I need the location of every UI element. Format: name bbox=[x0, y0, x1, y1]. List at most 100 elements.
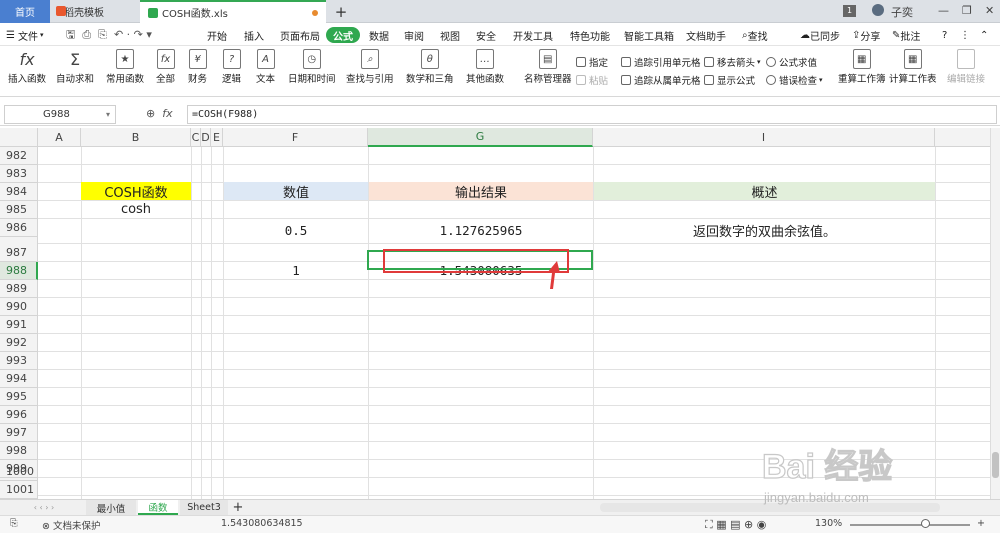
tab-document[interactable]: COSH函数.xls bbox=[140, 0, 326, 23]
row-header[interactable]: 983 bbox=[0, 165, 38, 183]
row-header[interactable]: 989 bbox=[0, 280, 38, 298]
cell-f986[interactable]: 0.5 bbox=[224, 218, 368, 243]
trace-dependents-button[interactable]: 追踪从属单元格 bbox=[621, 73, 701, 87]
vertical-scrollbar[interactable] bbox=[990, 128, 1000, 499]
share-button[interactable]: ⇪ 分享 bbox=[852, 24, 880, 46]
row-header[interactable]: 996 bbox=[0, 406, 38, 424]
cell-i984[interactable]: 概述 bbox=[594, 182, 935, 201]
show-formulas-button[interactable]: 显示公式 bbox=[704, 73, 755, 87]
menu-file[interactable]: ☰ 文件 ▾ bbox=[6, 24, 43, 46]
comment-button[interactable]: ✎ 批注 bbox=[892, 24, 920, 46]
row-header[interactable]: 992 bbox=[0, 334, 38, 352]
menu-insert[interactable]: 插入 bbox=[244, 24, 264, 46]
row-header[interactable]: 993 bbox=[0, 352, 38, 370]
paste-name-button[interactable]: 粘贴 bbox=[576, 73, 608, 87]
zoom-in-button[interactable]: + bbox=[977, 518, 985, 529]
select-all-corner[interactable] bbox=[0, 128, 38, 147]
cell-f988[interactable]: 1 bbox=[224, 261, 368, 279]
more-icon[interactable]: ⋮ bbox=[960, 24, 970, 46]
help-icon[interactable]: ? bbox=[942, 24, 947, 46]
datetime-button[interactable]: ◷ 日期和时间 bbox=[288, 49, 336, 85]
column-header-c[interactable]: C bbox=[191, 128, 201, 147]
restore-icon[interactable]: ❐ bbox=[962, 4, 972, 17]
cell-g986[interactable]: 1.127625965 bbox=[369, 218, 593, 243]
cell-b984[interactable]: COSH函数 bbox=[81, 182, 191, 201]
lookup-button[interactable]: ⌕ 查找与引用 bbox=[346, 49, 394, 85]
all-functions-button[interactable]: fx 全部 bbox=[156, 49, 175, 85]
menu-view[interactable]: 视图 bbox=[440, 24, 460, 46]
recalc-workbook-button[interactable]: ▦ 重算工作簿 bbox=[838, 49, 886, 85]
sync-button[interactable]: ☁ 已同步 bbox=[800, 24, 840, 46]
username[interactable]: 子奕 bbox=[891, 4, 913, 20]
row-header[interactable]: 985 bbox=[0, 201, 38, 219]
row-header[interactable]: 995 bbox=[0, 388, 38, 406]
menu-toolbox[interactable]: 智能工具箱 bbox=[624, 24, 674, 46]
zoom-search-icon[interactable]: ⊕ bbox=[146, 107, 155, 120]
menu-page-layout[interactable]: 页面布局 bbox=[280, 24, 320, 46]
define-name-button[interactable]: 指定 bbox=[576, 55, 608, 69]
menu-home[interactable]: 开始 bbox=[207, 24, 227, 46]
common-functions-button[interactable]: ★ 常用函数 bbox=[106, 49, 144, 85]
evaluate-formula-button[interactable]: 公式求值 bbox=[766, 55, 817, 69]
row-header[interactable]: 991 bbox=[0, 316, 38, 334]
row-header[interactable]: 998 bbox=[0, 442, 38, 460]
row-header-selected[interactable]: 988 bbox=[0, 262, 38, 280]
menu-data[interactable]: 数据 bbox=[369, 24, 389, 46]
other-functions-button[interactable]: … 其他函数 bbox=[466, 49, 504, 85]
cell-i986[interactable]: 返回数字的双曲余弦值。 bbox=[594, 218, 935, 243]
close-icon[interactable]: ✕ bbox=[985, 4, 994, 17]
row-header[interactable]: 986 bbox=[0, 219, 38, 237]
column-header-b[interactable]: B bbox=[81, 128, 191, 147]
trace-precedents-button[interactable]: 追踪引用单元格 bbox=[621, 55, 701, 69]
formula-input[interactable]: =COSH(F988) bbox=[187, 105, 997, 124]
column-header-a[interactable]: A bbox=[38, 128, 81, 147]
calc-sheet-button[interactable]: ▦ 计算工作表 bbox=[889, 49, 937, 85]
name-box[interactable]: G988 ▾ bbox=[4, 105, 116, 124]
new-tab-button[interactable]: + bbox=[333, 0, 349, 23]
scroll-thumb[interactable] bbox=[992, 452, 999, 478]
column-header-blank[interactable] bbox=[935, 128, 990, 147]
row-header[interactable]: 982 bbox=[0, 147, 38, 165]
menu-doc-assistant[interactable]: 文档助手 bbox=[686, 24, 726, 46]
view-mode-icons[interactable]: ⛶ ▦ ▤ ⊕ ◉ bbox=[705, 518, 766, 532]
cell-grid[interactable]: COSH函数 cosh 数值 输出结果 概述 0.5 1.127625965 返… bbox=[38, 147, 990, 499]
sheet-tab-active[interactable]: 函数 bbox=[138, 500, 178, 515]
search-button[interactable]: ⌕ 查找 bbox=[742, 24, 768, 46]
autosum-button[interactable]: Σ 自动求和 bbox=[56, 49, 94, 86]
avatar[interactable] bbox=[872, 4, 884, 16]
zoom-level[interactable]: 130% bbox=[815, 518, 842, 529]
column-header-d[interactable]: D bbox=[201, 128, 211, 147]
menu-review[interactable]: 审阅 bbox=[404, 24, 424, 46]
menu-developer[interactable]: 开发工具 bbox=[513, 24, 553, 46]
horizontal-scrollbar[interactable] bbox=[600, 503, 940, 512]
name-manager-button[interactable]: ▤ 名称管理器 bbox=[524, 49, 572, 85]
collapse-ribbon-icon[interactable]: ⌃ bbox=[980, 24, 988, 46]
protect-status[interactable]: ⊗ 文档未保护 bbox=[42, 518, 101, 532]
remove-arrows-button[interactable]: 移去箭头 ▾ bbox=[704, 55, 761, 69]
error-check-button[interactable]: 错误检查 ▾ bbox=[766, 73, 823, 87]
insert-function-button[interactable]: fx 插入函数 bbox=[8, 49, 46, 86]
logic-button[interactable]: ? 逻辑 bbox=[222, 49, 241, 85]
finance-button[interactable]: ¥ 财务 bbox=[188, 49, 207, 85]
column-header-i[interactable]: I bbox=[593, 128, 935, 147]
zoom-slider[interactable] bbox=[850, 524, 970, 526]
column-header-g[interactable]: G bbox=[368, 128, 593, 147]
edit-links-button[interactable]: 编辑链接 bbox=[947, 49, 985, 85]
tab-home[interactable]: 首页 bbox=[0, 0, 50, 23]
row-header[interactable]: 984 bbox=[0, 183, 38, 201]
quick-access-toolbar[interactable]: 🖫 ⎙ ⎘ ↶ · ↷ ▾ bbox=[66, 24, 152, 46]
menu-security[interactable]: 安全 bbox=[476, 24, 496, 46]
tab-templates[interactable]: 稻壳模板 bbox=[50, 0, 138, 23]
macro-icon[interactable]: ⎘ bbox=[10, 518, 18, 529]
sheet-nav-arrows[interactable]: ‹ ‹ › › bbox=[4, 500, 84, 515]
sheet-tab[interactable]: Sheet3 bbox=[180, 500, 228, 515]
menu-formula[interactable]: 公式 bbox=[326, 27, 360, 43]
fx-label[interactable]: fx bbox=[162, 107, 172, 120]
row-header[interactable]: 987 bbox=[0, 244, 38, 262]
cell-f984[interactable]: 数值 bbox=[224, 182, 368, 201]
cell-b985[interactable]: cosh bbox=[81, 200, 191, 218]
row-header[interactable]: 1000 bbox=[0, 463, 38, 481]
text-functions-button[interactable]: A 文本 bbox=[256, 49, 275, 85]
zoom-slider-knob[interactable] bbox=[921, 519, 930, 528]
minimize-icon[interactable]: — bbox=[938, 4, 949, 17]
